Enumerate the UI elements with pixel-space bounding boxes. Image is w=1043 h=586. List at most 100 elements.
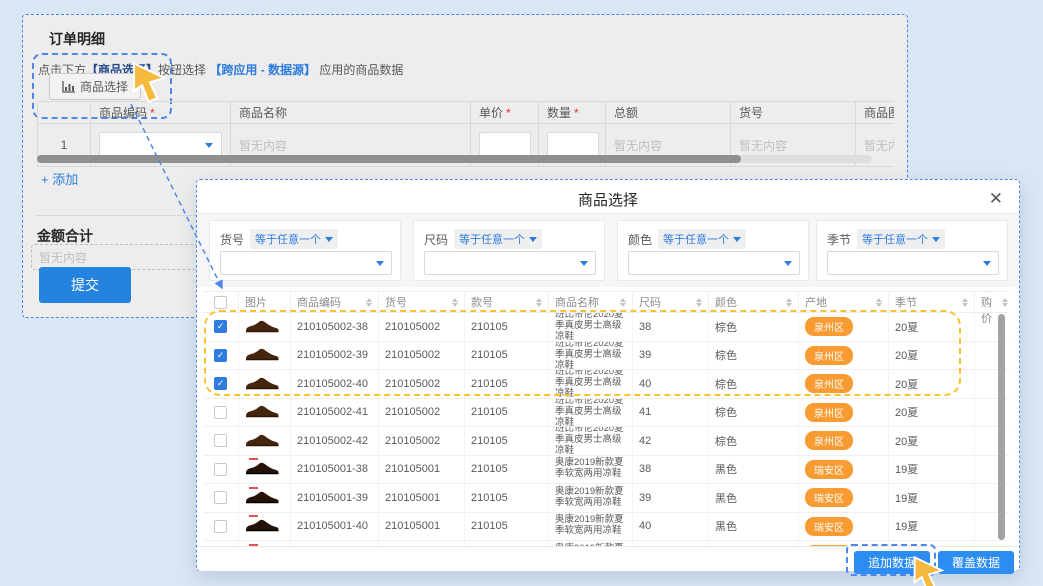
product-select-button[interactable]: 商品选择 — [49, 73, 141, 100]
modal-title: 商品选择 — [197, 189, 1019, 210]
horizontal-scrollbar-thumb[interactable] — [37, 155, 741, 163]
required-asterisk: * — [574, 106, 579, 120]
cell-season: 20夏 — [889, 427, 975, 455]
row-checkbox[interactable] — [214, 434, 227, 447]
table-row[interactable]: 210105002-41210105002210105班比帝伦2020夏季真皮男… — [203, 399, 1009, 428]
column-header[interactable]: 颜色 — [709, 292, 799, 312]
sort-icon[interactable] — [1002, 298, 1008, 307]
row-checkbox[interactable] — [214, 520, 227, 533]
column-header[interactable]: 款号 — [465, 292, 549, 312]
cell-size: 42 — [633, 427, 709, 455]
column-header[interactable]: 产地 — [799, 292, 889, 312]
table-row[interactable]: ✓ 210105002-39210105002210105班比帝伦2020夏季真… — [203, 342, 1009, 371]
sort-icon[interactable] — [452, 298, 458, 307]
cell-check — [203, 484, 239, 512]
row-checkbox[interactable] — [214, 463, 227, 476]
order-table-header-row: 商品编码* 商品名称 单价* 数量* 总额 货号 商品图片 — [37, 101, 894, 124]
cell-style_no: 210105 — [465, 513, 549, 541]
cell-item_no: 210105002 — [379, 399, 465, 427]
table-row[interactable]: 210105002-42210105002210105班比帝伦2020夏季真皮男… — [203, 427, 1009, 456]
column-header[interactable]: 商品名称 — [549, 292, 633, 312]
amount-total-title: 金额合计 — [37, 226, 93, 246]
amount-total-empty-text: 暂无内容 — [39, 249, 87, 266]
cell-img — [239, 427, 291, 455]
shoe-image — [245, 376, 279, 390]
cell-code: 210105001-40 — [291, 513, 379, 541]
filter-value-select[interactable] — [827, 251, 999, 275]
cell-style_no: 210105 — [465, 342, 549, 370]
cell-origin: 泉州区 — [799, 342, 889, 370]
append-data-button[interactable]: 追加数据 — [854, 551, 930, 574]
cell-code: 210105002-42 — [291, 427, 379, 455]
row-checkbox[interactable] — [214, 491, 227, 504]
cell-item_no: 210105001 — [379, 484, 465, 512]
cell-img — [239, 399, 291, 427]
cell-season: 19夏 — [889, 456, 975, 484]
column-header[interactable]: 商品编码 — [291, 292, 379, 312]
row-checkbox[interactable]: ✓ — [214, 377, 227, 390]
cell-season: 20夏 — [889, 370, 975, 398]
overwrite-data-button[interactable]: 覆盖数据 — [938, 551, 1014, 574]
filter-value-select[interactable] — [220, 251, 392, 275]
chevron-down-icon — [983, 261, 991, 266]
order-col-product-image: 商品图片 — [856, 101, 894, 124]
column-header[interactable]: 季节 — [889, 292, 975, 312]
sort-icon[interactable] — [696, 298, 702, 307]
filter-operator-dropdown[interactable]: 等于任意一个 — [857, 229, 945, 249]
cell-size: 40 — [633, 513, 709, 541]
cell-name: 班比帝伦2020夏季真皮男士高级凉鞋 — [549, 370, 633, 398]
cell-size: 41 — [633, 399, 709, 427]
cell-origin: 泉州区 — [799, 399, 889, 427]
table-row[interactable]: ✓ 210105002-38210105002210105班比帝伦2020夏季真… — [203, 313, 1009, 342]
origin-badge: 泉州区 — [805, 317, 853, 336]
filter-operator-dropdown[interactable]: 等于任意一个 — [658, 229, 746, 249]
horizontal-scrollbar[interactable] — [37, 155, 872, 163]
table-row[interactable]: 210105001-40210105001210105奥康2019新款夏季软宽两… — [203, 513, 1009, 542]
select-all-cell — [203, 292, 239, 312]
row-checkbox[interactable]: ✓ — [214, 349, 227, 362]
close-icon[interactable]: ✕ — [989, 190, 1003, 207]
cell-size: 38 — [633, 313, 709, 341]
select-all-checkbox[interactable] — [214, 296, 227, 309]
table-row[interactable]: 210105001-38210105001210105奥康2019新款夏季软宽两… — [203, 456, 1009, 485]
sort-icon[interactable] — [366, 298, 372, 307]
add-row-link[interactable]: + 添加 — [41, 169, 78, 188]
filter-operator-dropdown[interactable]: 等于任意一个 — [454, 229, 542, 249]
cell-item_no: 210105002 — [379, 342, 465, 370]
sort-icon[interactable] — [786, 298, 792, 307]
cell-season: 19夏 — [889, 484, 975, 512]
sort-icon[interactable] — [536, 298, 542, 307]
shoe-image — [245, 433, 279, 447]
cell-img — [239, 342, 291, 370]
filter-card-item-no: 货号 等于任意一个 — [209, 220, 401, 281]
cell-style_no: 210105 — [465, 484, 549, 512]
cell-season: 20夏 — [889, 313, 975, 341]
table-row[interactable]: ✓ 210105002-40210105002210105班比帝伦2020夏季真… — [203, 370, 1009, 399]
table-row[interactable]: 210105001-39210105001210105奥康2019新款夏季软宽两… — [203, 484, 1009, 513]
cell-item_no: 210105001 — [379, 513, 465, 541]
cell-color: 黑色 — [709, 513, 799, 541]
row-checkbox[interactable] — [214, 406, 227, 419]
sort-icon[interactable] — [620, 298, 626, 307]
red-mark — [249, 487, 258, 489]
sort-icon[interactable] — [962, 298, 968, 307]
hint-datasource-ref: 【跨应用 - 数据源】 — [209, 63, 316, 77]
order-col-item-no: 货号 — [731, 101, 856, 124]
filter-operator-dropdown[interactable]: 等于任意一个 — [250, 229, 338, 249]
origin-badge: 泉州区 — [805, 346, 853, 365]
row-checkbox[interactable]: ✓ — [214, 320, 227, 333]
product-select-button-label: 商品选择 — [80, 78, 128, 95]
column-header[interactable]: 尺码 — [633, 292, 709, 312]
sort-icon[interactable] — [876, 298, 882, 307]
order-col-index — [37, 101, 91, 124]
vertical-scrollbar-thumb[interactable] — [998, 314, 1005, 540]
cell-name: 奥康2019新款夏季软宽两用凉鞋 — [549, 456, 633, 484]
cell-color: 棕色 — [709, 370, 799, 398]
submit-button[interactable]: 提交 — [39, 267, 131, 303]
filter-value-select[interactable] — [628, 251, 800, 275]
filter-value-select[interactable] — [424, 251, 596, 275]
origin-badge: 瑞安区 — [805, 460, 853, 479]
cell-origin: 瑞安区 — [799, 484, 889, 512]
column-header[interactable]: 货号 — [379, 292, 465, 312]
column-header[interactable]: 采购价 — [975, 292, 1009, 312]
